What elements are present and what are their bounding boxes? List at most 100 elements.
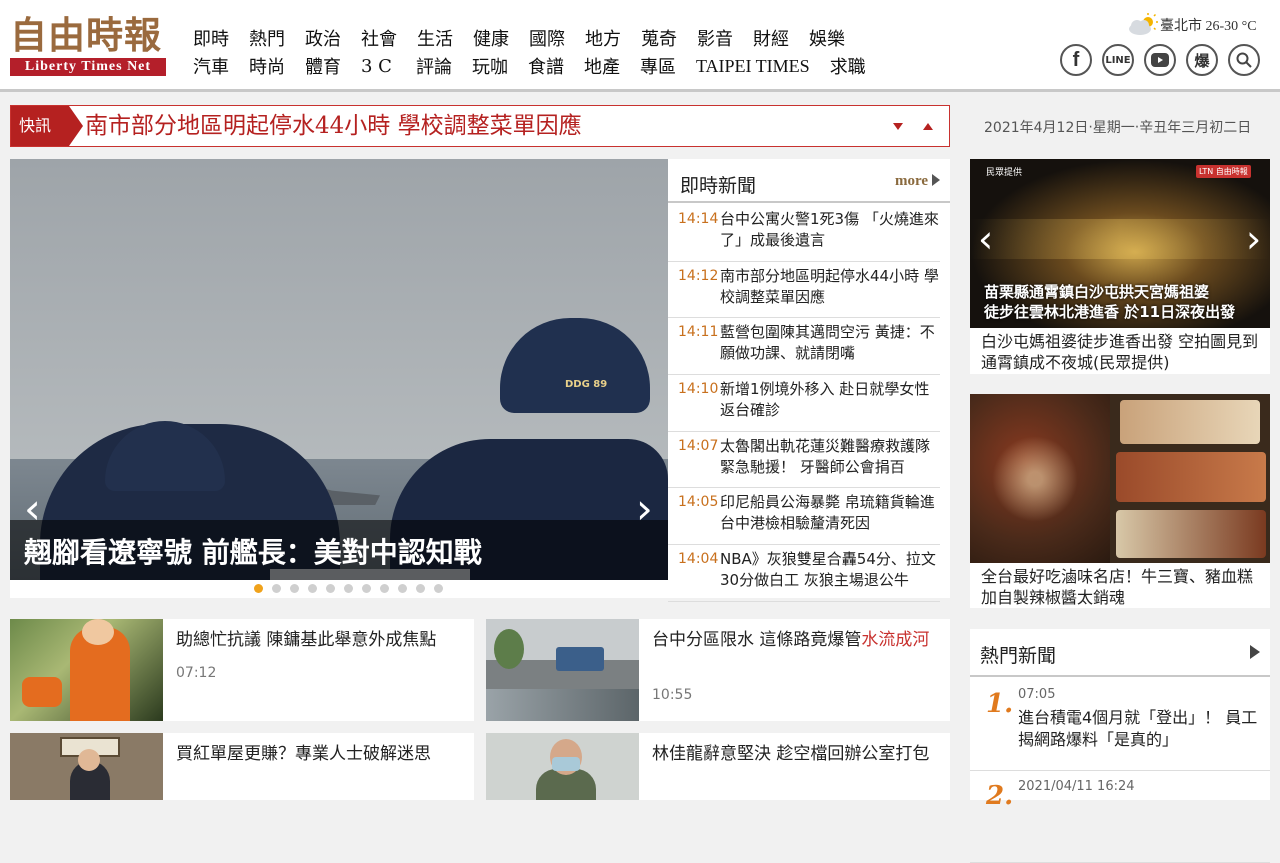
hot-news-more-icon[interactable] (1250, 645, 1260, 659)
news-headline: 買紅單屋更賺？專業人士破解迷思 (176, 744, 431, 764)
hot-news-time: 07:05 (1018, 687, 1056, 702)
hot-news-item[interactable]: 1. 07:05 進台積電4個月就「登出」！ 員工揭網路爆料「是真的」 (970, 679, 1270, 771)
hot-news-rank: 2. (986, 781, 1014, 811)
news-thumbnail (10, 733, 163, 800)
facebook-icon[interactable]: f (1060, 44, 1092, 76)
news-card[interactable]: 買紅單屋更賺？專業人士破解迷思 (10, 733, 474, 800)
news-headline: 南市部分地區明起停水44小時 學校調整菜單因應 (720, 266, 939, 306)
nav-item-opinion[interactable]: 評論 (416, 53, 452, 79)
news-headline: 台中分區限水 這條路竟爆管水流成河 (652, 629, 942, 652)
weather-text: 臺北市 26-30 °C (1160, 19, 1257, 34)
search-icon[interactable] (1228, 44, 1260, 76)
carousel-dot[interactable] (416, 584, 425, 593)
instant-news-item[interactable]: 14:04 NBA》灰狼雙星合轟54分、拉文30分做白工 灰狼主場退公牛 (668, 545, 940, 602)
nav-item-playgoer[interactable]: 玩咖 (472, 53, 508, 79)
news-headline: 台中公寓火警1死3傷 「火燒進來了」成最後遺言 (720, 210, 939, 249)
hero-carousel[interactable]: DDG 89 ‹ › 翹腳看遼寧號 前艦長：美對中認知戰 (10, 159, 668, 598)
news-time: 10:55 (652, 687, 693, 703)
carousel-dot[interactable] (326, 584, 335, 593)
news-card[interactable]: 林佳龍辭意堅決 趁空檔回辦公室打包 (486, 733, 950, 800)
hot-news-headline: 進台積電4個月就「登出」！ 員工揭網路爆料「是真的」 (1018, 708, 1258, 749)
carousel-prev-icon[interactable]: ‹ (978, 219, 993, 259)
instant-news-item[interactable]: 14:11 藍營包圍陳其邁問空污 黃捷：不願做功課、就請閉嘴 (668, 318, 940, 376)
side-story-caption: 全台最好吃滷味名店！牛三寶、豬血糕加自製辣椒醬太銷魂 (981, 567, 1254, 607)
baoliao-icon[interactable]: 爆 (1186, 44, 1218, 76)
video-overlay-line1: 苗栗縣通霄鎮白沙屯拱天宮媽祖婆 (984, 283, 1210, 301)
news-headline: 藍營包圍陳其邁問空污 黃捷：不願做功課、就請閉嘴 (720, 323, 935, 363)
carousel-next-icon[interactable]: › (1246, 219, 1261, 259)
logo-chinese: 自由時報 (10, 13, 162, 57)
nav-item-video[interactable]: 影音 (697, 25, 733, 51)
video-badge: LTN 自由時報 (1196, 165, 1251, 178)
nav-item-jobs[interactable]: 求職 (830, 53, 866, 79)
news-headline-main: 台中分區限水 這條路竟爆管 (652, 630, 862, 650)
side-video-caption: 白沙屯媽祖婆徒步進香出發 空拍圖見到通霄鎮成不夜城(民眾提供) (981, 332, 1259, 372)
nav-item-instant[interactable]: 即時 (193, 25, 229, 51)
hot-news-time: 2021/04/11 16:24 (1018, 779, 1135, 794)
hot-news-item[interactable]: 2. 2021/04/11 16:24 (970, 771, 1270, 863)
instant-news-item[interactable]: 14:14 台中公寓火警1死3傷 「火燒進來了」成最後遺言 (668, 205, 940, 262)
carousel-dot[interactable] (344, 584, 353, 593)
breaking-next-icon[interactable] (893, 123, 903, 130)
instant-news-item[interactable]: 14:07 太魯閣出軌花蓮災難醫療救護隊緊急馳援！ 牙醫師公會捐百 (668, 432, 940, 489)
news-headline: 新增1例境外移入 赴日就學女性返台確診 (720, 380, 930, 420)
social-links: f LINE 爆 (1060, 44, 1270, 76)
nav-row-2: 汽車 時尚 體育 3 C 評論 玩咖 食譜 地產 專區 TAIPEI TIMES… (193, 52, 873, 80)
nav-item-society[interactable]: 社會 (361, 25, 397, 51)
nav-item-special[interactable]: 專區 (640, 53, 676, 79)
nav-item-popular[interactable]: 熱門 (249, 25, 285, 51)
side-story-thumbnail (970, 394, 1270, 563)
nav-item-sports[interactable]: 體育 (305, 53, 341, 79)
carousel-dot[interactable] (434, 584, 443, 593)
nav-item-fashion[interactable]: 時尚 (249, 53, 285, 79)
nav-item-life[interactable]: 生活 (417, 25, 453, 51)
hot-news-panel: 熱門新聞 1. 07:05 進台積電4個月就「登出」！ 員工揭網路爆料「是真的」… (970, 629, 1270, 863)
carousel-dot[interactable] (254, 584, 263, 593)
nav-item-world[interactable]: 國際 (529, 25, 565, 51)
nav-item-taipei-times[interactable]: TAIPEI TIMES (696, 56, 810, 77)
video-overlay-line2: 徒步往雲林北港進香 於11日深夜出發 (984, 303, 1236, 321)
side-video-card[interactable]: 民眾提供 LTN 自由時報 ‹ › 苗栗縣通霄鎮白沙屯拱天宮媽祖婆 徒步往雲林北… (970, 159, 1270, 374)
carousel-dot[interactable] (308, 584, 317, 593)
logo-english: Liberty Times Net (10, 58, 166, 76)
line-icon[interactable]: LINE (1102, 44, 1134, 76)
nav-item-3c[interactable]: 3 C (361, 56, 392, 77)
news-headline: 林佳龍辭意堅決 趁空檔回辦公室打包 (652, 744, 930, 764)
carousel-dot[interactable] (362, 584, 371, 593)
instant-news-item[interactable]: 14:05 印尼船員公海暴斃 帛琉籍貨輪進台中港檢相驗釐清死因 (668, 488, 940, 546)
nav-item-finance[interactable]: 財經 (753, 25, 789, 51)
nav-item-politics[interactable]: 政治 (305, 25, 341, 51)
nav-item-entertainment[interactable]: 娛樂 (809, 25, 845, 51)
site-logo[interactable]: 自由時報 Liberty Times Net (10, 14, 168, 76)
news-card[interactable]: 台中分區限水 這條路竟爆管水流成河 10:55 (486, 619, 950, 721)
nav-item-auto[interactable]: 汽車 (193, 53, 229, 79)
carousel-dot[interactable] (380, 584, 389, 593)
nav-item-recipes[interactable]: 食譜 (528, 53, 564, 79)
nav-item-novelty[interactable]: 蒐奇 (641, 25, 677, 51)
nav-item-health[interactable]: 健康 (473, 25, 509, 51)
news-time: 14:14 (678, 211, 719, 227)
news-headline: NBA》灰狼雙星合轟54分、拉文30分做白工 灰狼主場退公牛 (720, 550, 936, 590)
carousel-dot[interactable] (398, 584, 407, 593)
instant-news-item[interactable]: 14:12 南市部分地區明起停水44小時 學校調整菜單因應 (668, 262, 940, 319)
nav-item-estate[interactable]: 地產 (584, 53, 620, 79)
weather-widget[interactable]: 臺北市 26-30 °C (1126, 12, 1276, 38)
news-card[interactable]: 助總忙抗議 陳鏞基此舉意外成焦點 07:12 (10, 619, 474, 721)
side-story-card[interactable]: 全台最好吃滷味名店！牛三寶、豬血糕加自製辣椒醬太銷魂 (970, 394, 1270, 608)
news-headline-highlight: 水流成河 (861, 630, 930, 650)
hero-headline[interactable]: 翹腳看遼寧號 前艦長：美對中認知戰 (24, 531, 482, 571)
news-time: 14:04 (678, 551, 719, 568)
news-headline: 助總忙抗議 陳鏞基此舉意外成焦點 (176, 630, 437, 650)
breaking-news-controls (893, 120, 933, 130)
instant-news-more-link[interactable]: more (895, 173, 940, 190)
news-time: 14:12 (678, 267, 719, 284)
youtube-icon[interactable] (1144, 44, 1176, 76)
instant-news-item[interactable]: 14:10 新增1例境外移入 赴日就學女性返台確診 (668, 375, 940, 432)
breaking-news-headline[interactable]: 南市部分地區明起停水44小時 學校調整菜單因應 (85, 106, 582, 146)
breaking-prev-icon[interactable] (923, 123, 933, 130)
carousel-dot[interactable] (272, 584, 281, 593)
carousel-dot[interactable] (290, 584, 299, 593)
nav-item-local[interactable]: 地方 (585, 25, 621, 51)
instant-news-list: 14:14 台中公寓火警1死3傷 「火燒進來了」成最後遺言 14:12 南市部分… (668, 205, 950, 602)
news-time: 07:12 (176, 665, 217, 681)
